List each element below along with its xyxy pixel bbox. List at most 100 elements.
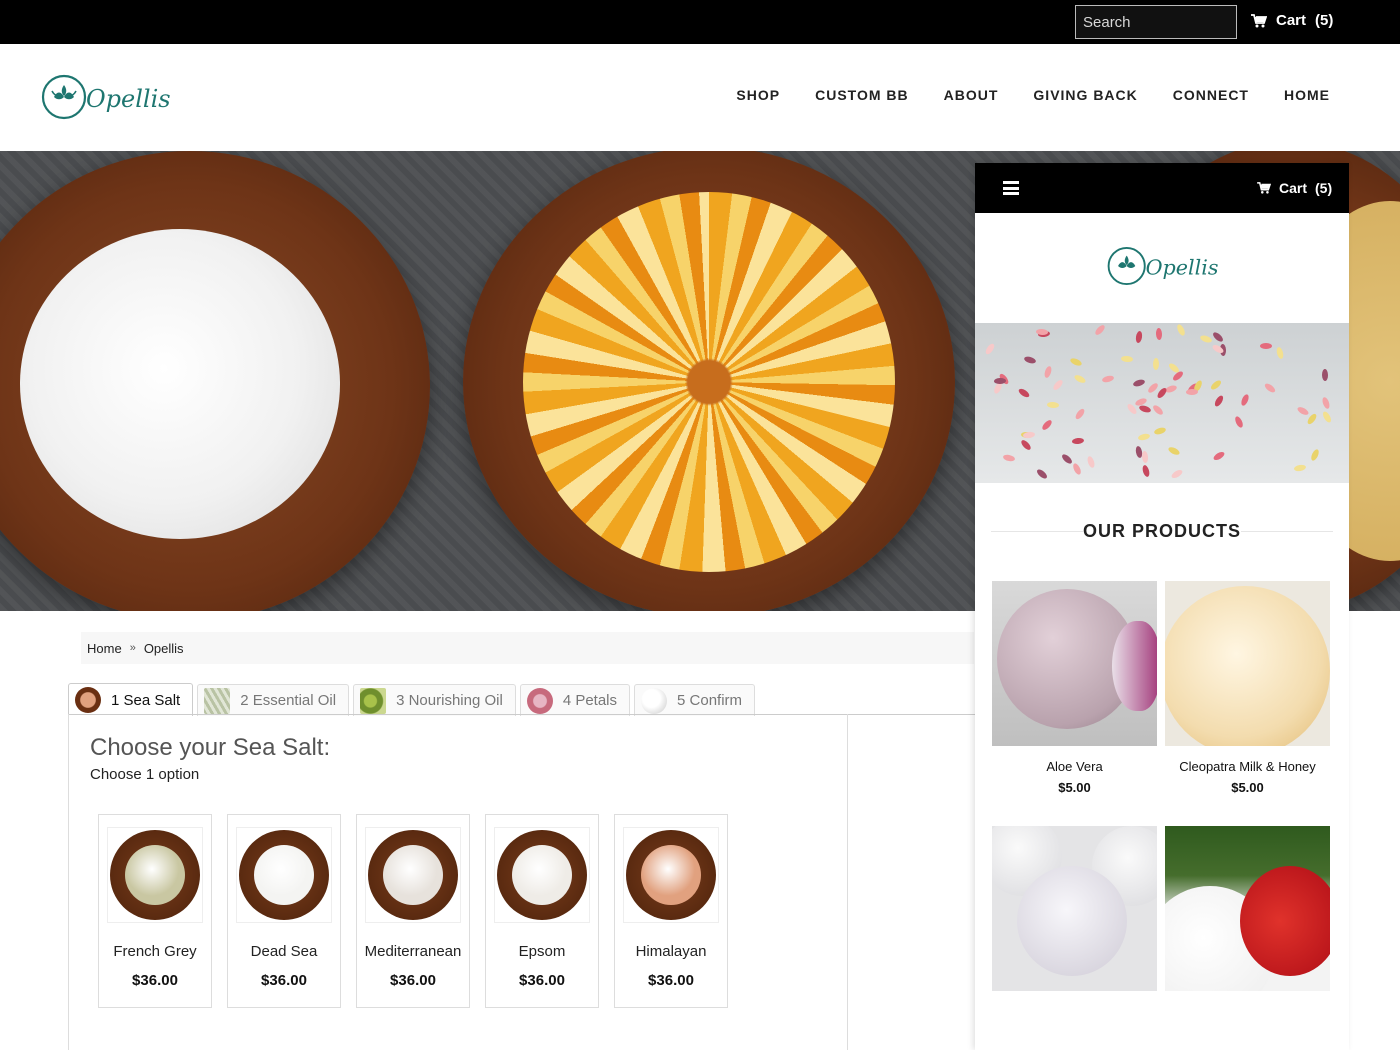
salt-name: Himalayan (635, 943, 707, 960)
tab-petals[interactable]: 4 Petals (519, 684, 631, 716)
petal-decoration (1022, 430, 1036, 439)
petal-decoration (983, 342, 996, 356)
salt-option-dead-sea[interactable]: Dead Sea $36.00 (227, 814, 341, 1008)
mobile-cart-count: (5) (1315, 180, 1333, 196)
salt-name: Mediterranean (364, 943, 462, 960)
salt-image (494, 827, 590, 923)
cart-label: Cart (1276, 12, 1307, 29)
tab-label: 4 Petals (562, 692, 618, 709)
petal-decoration (1306, 412, 1319, 426)
petal-decoration (1019, 438, 1033, 452)
tab-sea-salt[interactable]: 1 Sea Salt (68, 683, 194, 716)
petal-decoration (1002, 453, 1016, 463)
petal-decoration (1073, 373, 1088, 385)
petal-decoration (1035, 467, 1049, 481)
salt-option-epsom[interactable]: Epsom $36.00 (485, 814, 599, 1008)
search-field[interactable] (1075, 5, 1237, 39)
salt-option-french-grey[interactable]: French Grey $36.00 (98, 814, 212, 1008)
petal-decoration (1211, 331, 1225, 344)
nav-home[interactable]: HOME (1284, 87, 1330, 103)
salt-option-mediterranean[interactable]: Mediterranean $36.00 (356, 814, 470, 1008)
nav-about[interactable]: ABOUT (944, 87, 999, 103)
product-image (1165, 581, 1330, 746)
salt-image (623, 827, 719, 923)
petal-decoration (1275, 346, 1285, 360)
petals-thumb-icon (526, 687, 553, 714)
petal-decoration (1101, 374, 1115, 383)
tab-confirm[interactable]: 5 Confirm (634, 684, 756, 716)
petal-decoration (1239, 393, 1250, 407)
salt-price: $36.00 (519, 972, 565, 989)
breadcrumb: Home » Opellis (81, 632, 974, 664)
cart-button[interactable]: Cart (5) (1251, 12, 1333, 29)
tab-label: 2 Essential Oil (240, 692, 337, 709)
petal-decoration (1135, 330, 1144, 344)
petal-decoration (1209, 378, 1223, 391)
our-products-heading: OUR PRODUCTS (1082, 521, 1241, 541)
sea-salt-thumb-icon (75, 687, 101, 713)
nav-giving-back[interactable]: GIVING BACK (1033, 87, 1137, 103)
petal-decoration (1167, 445, 1182, 456)
petal-decoration (1321, 396, 1332, 410)
step-tabs: 1 Sea Salt 2 Essential Oil 3 Nourishing … (68, 683, 759, 716)
salt-price: $36.00 (390, 972, 436, 989)
product-card-hibiscus[interactable] (1165, 826, 1330, 991)
site-header: Opellis SHOP CUSTOM BB ABOUT GIVING BACK… (0, 44, 1400, 151)
petal-decoration (1023, 355, 1037, 365)
petal-decoration (1086, 455, 1096, 469)
petal-decoration (1296, 405, 1310, 417)
petal-decoration (1060, 452, 1074, 465)
opellis-logo[interactable]: Opellis (40, 67, 170, 127)
salt-name: Dead Sea (250, 943, 318, 960)
search-input[interactable] (1076, 6, 1236, 38)
mobile-petals-banner (975, 323, 1349, 483)
petal-decoration (1212, 450, 1226, 463)
petal-decoration (1052, 378, 1065, 392)
salt-price: $36.00 (132, 972, 178, 989)
salt-option-himalayan[interactable]: Himalayan $36.00 (614, 814, 728, 1008)
nav-custom-bb[interactable]: CUSTOM BB (815, 87, 909, 103)
nav-shop[interactable]: SHOP (736, 87, 780, 103)
tab-label: 3 Nourishing Oil (396, 692, 503, 709)
tab-nourishing-oil[interactable]: 3 Nourishing Oil (353, 684, 516, 716)
petal-decoration (1071, 462, 1083, 477)
cart-icon (1257, 182, 1271, 194)
salt-options: French Grey $36.00 Dead Sea $36.00 Medit… (98, 814, 728, 1008)
nav-connect[interactable]: CONNECT (1173, 87, 1249, 103)
petal-decoration (1155, 327, 1163, 340)
hamburger-menu-icon[interactable] (1003, 181, 1019, 195)
petal-decoration (1153, 426, 1167, 436)
nourishing-oil-thumb-icon (360, 687, 387, 714)
petal-decoration (1263, 381, 1277, 394)
salt-name: French Grey (113, 943, 197, 960)
tab-label: 1 Sea Salt (111, 691, 181, 709)
product-card-lavender[interactable] (992, 826, 1157, 991)
petal-decoration (1069, 356, 1083, 367)
petal-decoration (1072, 437, 1085, 445)
petal-decoration (1321, 368, 1328, 381)
mobile-cart-label: Cart (1279, 180, 1308, 196)
breadcrumb-current: Opellis (143, 640, 184, 656)
svg-text:Opellis: Opellis (1146, 256, 1218, 280)
product-image (992, 581, 1157, 746)
petal-decoration (1141, 464, 1151, 478)
petal-decoration (1046, 401, 1060, 409)
mobile-opellis-logo[interactable]: Opellis (1106, 239, 1218, 293)
mobile-cart-button[interactable]: Cart (5) (1257, 180, 1332, 196)
top-bar: Cart (5) (0, 0, 1400, 44)
breadcrumb-home[interactable]: Home (87, 641, 122, 656)
product-card-cleopatra-milk-honey[interactable]: Cleopatra Milk & Honey $5.00 (1165, 581, 1330, 795)
petal-decoration (1309, 448, 1320, 462)
tab-label: 5 Confirm (677, 692, 743, 709)
petal-decoration (1093, 323, 1107, 337)
salt-image (236, 827, 332, 923)
cart-count: (5) (1315, 12, 1334, 29)
product-image (992, 826, 1157, 991)
product-card-aloe-vera[interactable]: Aloe Vera $5.00 (992, 581, 1157, 795)
product-price: $5.00 (1231, 780, 1264, 795)
mobile-preview: Cart (5) Opellis OUR PRODUCTS Aloe Vera … (975, 163, 1349, 1050)
choose-subtitle: Choose 1 option (90, 766, 200, 783)
petal-decoration (1035, 328, 1048, 335)
petal-decoration (1259, 343, 1272, 350)
tab-essential-oil[interactable]: 2 Essential Oil (197, 684, 350, 716)
